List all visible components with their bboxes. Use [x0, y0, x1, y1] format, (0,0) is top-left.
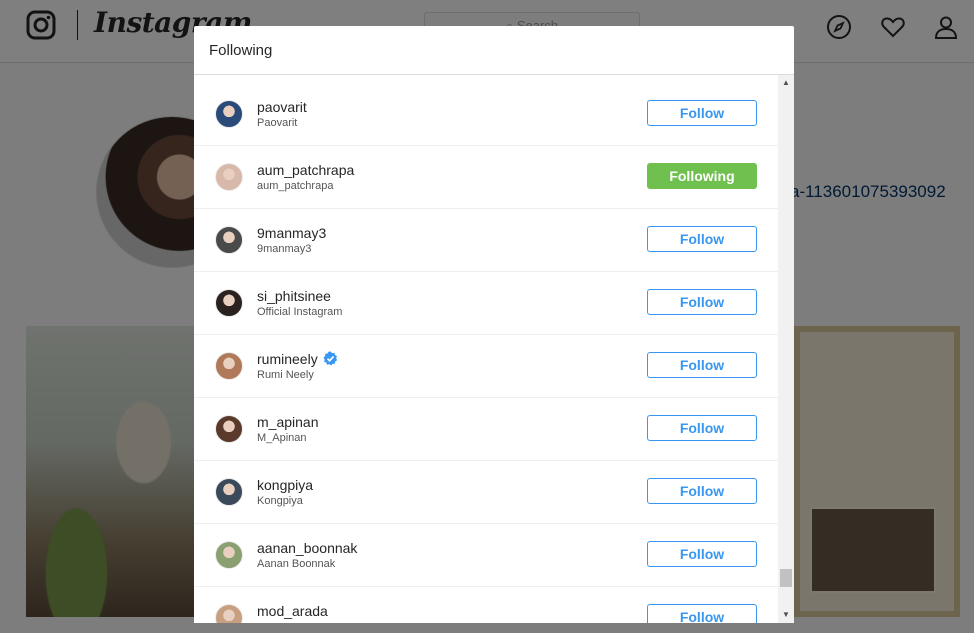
username-link[interactable]: aum_patchrapa	[257, 162, 354, 178]
username-text: si_phitsinee	[257, 288, 331, 304]
modal-title: Following	[209, 42, 273, 59]
full-name: Paovarit	[257, 117, 298, 129]
user-avatar[interactable]	[215, 163, 243, 191]
following-row: aanan_boonnak Aanan Boonnak Follow	[194, 524, 778, 587]
username-text: mod_arada	[257, 603, 328, 619]
full-name: Aanan Boonnak	[257, 558, 336, 570]
full-name: Kongpiya	[257, 495, 303, 507]
scrollbar[interactable]: ▲ ▼	[778, 75, 794, 623]
follow-button[interactable]: Follow	[647, 478, 757, 504]
full-name: Rumi Neely	[257, 369, 314, 381]
user-avatar[interactable]	[215, 541, 243, 569]
following-list-viewport[interactable]: paovarit Paovarit Follow aum_patchrapa aum_p…	[194, 75, 778, 623]
full-name: aum_patchrapa	[257, 180, 334, 192]
following-list: paovarit Paovarit Follow aum_patchrapa aum_p…	[194, 83, 778, 623]
following-modal: Following paovarit Paovarit Follow aum_patc…	[194, 26, 794, 623]
follow-button[interactable]: Follow	[647, 226, 757, 252]
username-link[interactable]: paovarit	[257, 99, 307, 115]
user-avatar[interactable]	[215, 100, 243, 128]
follow-button[interactable]: Follow	[647, 604, 757, 623]
username-text: m_apinan	[257, 414, 319, 430]
modal-header: Following	[194, 26, 794, 75]
username-text: rumineely	[257, 351, 318, 367]
full-name: M_Apinan	[257, 432, 307, 444]
following-row: mod_arada Follow	[194, 587, 778, 623]
username-text: 9manmay3	[257, 225, 327, 241]
following-row: paovarit Paovarit Follow	[194, 83, 778, 146]
following-row: m_apinan M_Apinan Follow	[194, 398, 778, 461]
username-text: aanan_boonnak	[257, 540, 358, 556]
username-link[interactable]: rumineely	[257, 351, 338, 367]
full-name: Official Instagram	[257, 306, 343, 318]
following-row: aum_patchrapa aum_patchrapa Following	[194, 146, 778, 209]
user-avatar[interactable]	[215, 415, 243, 443]
following-row: si_phitsinee Official Instagram Follow	[194, 272, 778, 335]
follow-button[interactable]: Follow	[647, 352, 757, 378]
following-row: rumineely Rumi Neely Follow	[194, 335, 778, 398]
username-text: kongpiya	[257, 477, 314, 493]
scroll-thumb[interactable]	[780, 569, 792, 587]
follow-button[interactable]: Follow	[647, 100, 757, 126]
full-name: 9manmay3	[257, 243, 312, 255]
username-text: paovarit	[257, 99, 307, 115]
following-row: 9manmay3 9manmay3 Follow	[194, 209, 778, 272]
username-link[interactable]: mod_arada	[257, 603, 328, 619]
user-avatar[interactable]	[215, 478, 243, 506]
username-link[interactable]: si_phitsinee	[257, 288, 331, 304]
scroll-up-arrow-icon[interactable]: ▲	[778, 75, 794, 91]
user-avatar[interactable]	[215, 352, 243, 380]
verified-badge-icon	[323, 351, 337, 366]
username-link[interactable]: 9manmay3	[257, 225, 326, 241]
user-avatar[interactable]	[215, 289, 243, 317]
scroll-down-arrow-icon[interactable]: ▼	[778, 607, 794, 623]
user-avatar[interactable]	[215, 604, 243, 623]
follow-button[interactable]: Follow	[647, 289, 757, 315]
username-link[interactable]: kongpiya	[257, 477, 313, 493]
username-link[interactable]: aanan_boonnak	[257, 540, 357, 556]
username-link[interactable]: m_apinan	[257, 414, 319, 430]
following-row: kongpiya Kongpiya Follow	[194, 461, 778, 524]
follow-button[interactable]: Follow	[647, 415, 757, 441]
follow-button[interactable]: Follow	[647, 541, 757, 567]
user-avatar[interactable]	[215, 226, 243, 254]
following-button[interactable]: Following	[647, 163, 757, 189]
username-text: aum_patchrapa	[257, 162, 355, 178]
